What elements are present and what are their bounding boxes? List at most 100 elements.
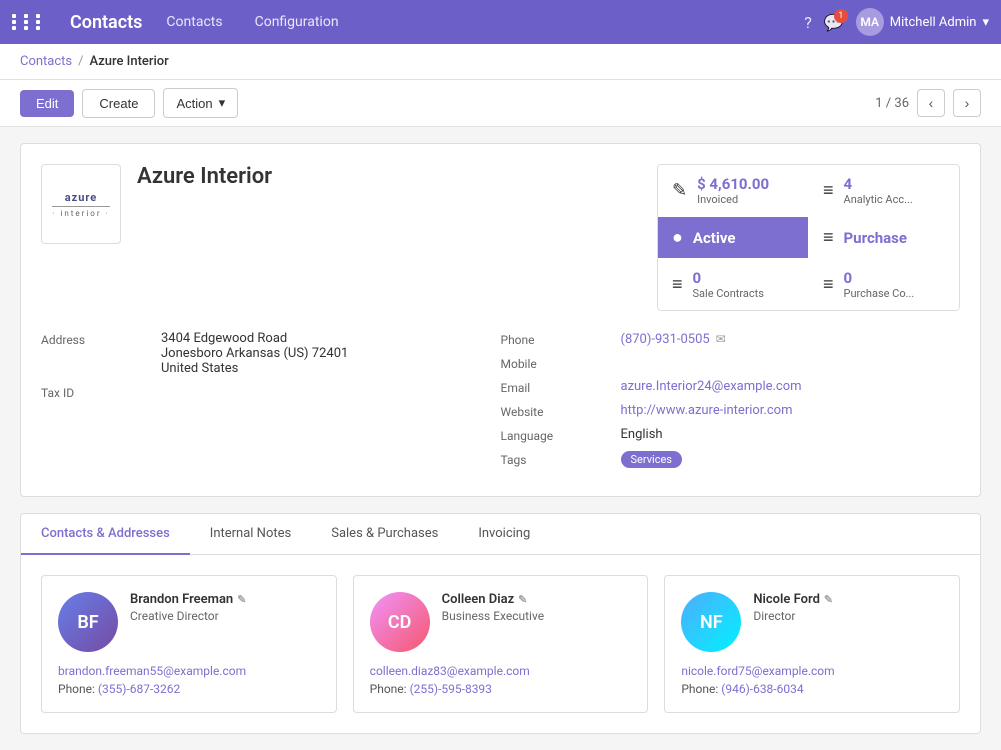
logo-text-azure: azure <box>65 191 98 204</box>
app-grid-icon[interactable] <box>12 14 46 30</box>
tab-contacts-addresses[interactable]: Contacts & Addresses <box>21 514 190 555</box>
record-count: 1 / 36 <box>875 96 909 111</box>
field-tags: Tags Services <box>501 451 941 468</box>
contact-phone-colleen: Phone: (255)-595-8393 <box>370 682 632 696</box>
topnav: Contacts Contacts Configuration ? 💬 1 MA… <box>0 0 1001 44</box>
contact-title-brandon: Creative Director <box>130 609 320 623</box>
mobile-label: Mobile <box>501 355 621 371</box>
chat-icon[interactable]: 💬 1 <box>824 13 844 32</box>
record-card: azure · interior · Azure Interior ✎ $ 4,… <box>20 143 981 497</box>
stat-sale-contracts[interactable]: ≡ 0 Sale Contracts <box>658 259 808 310</box>
company-logo: azure · interior · <box>41 164 121 244</box>
contact-phone-link-brandon[interactable]: (355)-687-3262 <box>98 682 180 696</box>
purchase-icon: ≡ <box>823 227 834 248</box>
tabs-header: Contacts & Addresses Internal Notes Sale… <box>21 514 980 555</box>
contact-name-colleen: Colleen Diaz ✎ <box>442 592 632 607</box>
create-button[interactable]: Create <box>82 89 155 118</box>
stat-analytic[interactable]: ≡ 4 Analytic Acc... <box>809 165 959 216</box>
nav-configuration[interactable]: Configuration <box>247 10 347 34</box>
contact-phone-link-nicole[interactable]: (946)-638-6034 <box>721 682 803 696</box>
sale-contracts-value: 0 <box>693 269 764 287</box>
stat-purchase[interactable]: ≡ Purchase <box>809 217 959 258</box>
email-label: Email <box>501 379 621 395</box>
action-button[interactable]: Action ▾ <box>163 88 238 118</box>
tags-label: Tags <box>501 451 621 468</box>
breadcrumb-current: Azure Interior <box>90 54 169 69</box>
topnav-links: Contacts Configuration <box>158 10 346 34</box>
contact-info-nicole: Nicole Ford ✎ Director <box>753 592 943 623</box>
next-record-button[interactable]: › <box>953 89 981 117</box>
stat-cards: ✎ $ 4,610.00 Invoiced ≡ 4 Analytic Acc..… <box>657 164 960 311</box>
record-header: azure · interior · Azure Interior ✎ $ 4,… <box>41 164 960 311</box>
phone-link[interactable]: (870)-931-0505 <box>621 332 710 347</box>
prev-record-button[interactable]: ‹ <box>917 89 945 117</box>
field-section-right: Phone (870)-931-0505 ✉ Mobile Email azur… <box>501 331 961 476</box>
avatar-nicole: NF <box>681 592 741 652</box>
contact-info-brandon: Brandon Freeman ✎ Creative Director <box>130 592 320 623</box>
contact-title-colleen: Business Executive <box>442 609 632 623</box>
contact-email-nicole[interactable]: nicole.ford75@example.com <box>681 664 943 678</box>
contact-name-nicole: Nicole Ford ✎ <box>753 592 943 607</box>
tag-services[interactable]: Services <box>621 451 682 468</box>
logo-text-interior: · interior · <box>52 206 109 218</box>
user-avatar: MA <box>856 8 884 36</box>
purchase-value: Purchase <box>844 229 907 247</box>
field-section-left: Address 3404 Edgewood Road Jonesboro Ark… <box>41 331 501 476</box>
nav-contacts[interactable]: Contacts <box>158 10 230 34</box>
action-label: Action <box>176 96 212 111</box>
analytic-icon: ≡ <box>823 180 834 201</box>
email-value[interactable]: azure.Interior24@example.com <box>621 379 941 395</box>
app-name: Contacts <box>70 12 142 33</box>
contact-edit-icon-brandon[interactable]: ✎ <box>237 593 246 606</box>
avatar-brandon: BF <box>58 592 118 652</box>
purchase-contracts-icon: ≡ <box>823 274 834 295</box>
contact-header-nicole: NF Nicole Ford ✎ Director <box>681 592 943 652</box>
help-icon[interactable]: ? <box>804 13 812 32</box>
edit-button[interactable]: Edit <box>20 90 74 117</box>
breadcrumb: Contacts / Azure Interior <box>0 44 1001 80</box>
stat-purchase-contracts[interactable]: ≡ 0 Purchase Co... <box>809 259 959 310</box>
tab-sales-purchases[interactable]: Sales & Purchases <box>311 514 458 555</box>
toolbar: Edit Create Action ▾ 1 / 36 ‹ › <box>0 80 1001 127</box>
contact-phone-nicole: Phone: (946)-638-6034 <box>681 682 943 696</box>
contact-phone-link-colleen[interactable]: (255)-595-8393 <box>410 682 492 696</box>
field-mobile: Mobile <box>501 355 941 371</box>
user-name: Mitchell Admin <box>890 15 977 30</box>
field-email: Email azure.Interior24@example.com <box>501 379 941 395</box>
contact-edit-icon-nicole[interactable]: ✎ <box>824 593 833 606</box>
contacts-grid: BF Brandon Freeman ✎ Creative Director b… <box>41 575 960 713</box>
contact-title-nicole: Director <box>753 609 943 623</box>
stat-active[interactable]: ● Active <box>658 217 808 258</box>
analytic-label: Analytic Acc... <box>844 193 913 206</box>
website-value[interactable]: http://www.azure-interior.com <box>621 403 941 419</box>
contact-name-brandon: Brandon Freeman ✎ <box>130 592 320 607</box>
address-label: Address <box>41 331 161 376</box>
phone-value: (870)-931-0505 ✉ <box>621 331 941 347</box>
contact-email-colleen[interactable]: colleen.diaz83@example.com <box>370 664 632 678</box>
tab-invoicing[interactable]: Invoicing <box>458 514 550 555</box>
contact-card-nicole: NF Nicole Ford ✎ Director nicole.ford75@… <box>664 575 960 713</box>
contact-header-colleen: CD Colleen Diaz ✎ Business Executive <box>370 592 632 652</box>
topnav-right: ? 💬 1 MA Mitchell Admin ▾ <box>804 8 989 36</box>
website-label: Website <box>501 403 621 419</box>
record-nav: 1 / 36 ‹ › <box>875 89 981 117</box>
stat-invoiced[interactable]: ✎ $ 4,610.00 Invoiced <box>658 165 808 216</box>
invoiced-value: $ 4,610.00 <box>697 175 769 193</box>
breadcrumb-parent[interactable]: Contacts <box>20 54 72 69</box>
purchase-contracts-label: Purchase Co... <box>844 287 915 300</box>
user-menu[interactable]: MA Mitchell Admin ▾ <box>856 8 989 36</box>
address-value: 3404 Edgewood Road Jonesboro Arkansas (U… <box>161 331 481 376</box>
avatar-colleen: CD <box>370 592 430 652</box>
language-value: English <box>621 427 941 443</box>
contact-edit-icon-colleen[interactable]: ✎ <box>518 593 527 606</box>
main-content: azure · interior · Azure Interior ✎ $ 4,… <box>0 127 1001 750</box>
contact-email-brandon[interactable]: brandon.freeman55@example.com <box>58 664 320 678</box>
field-taxid: Tax ID <box>41 384 481 400</box>
tab-internal-notes[interactable]: Internal Notes <box>190 514 311 555</box>
sale-contracts-label: Sale Contracts <box>693 287 764 300</box>
contact-info-colleen: Colleen Diaz ✎ Business Executive <box>442 592 632 623</box>
action-dropdown-icon: ▾ <box>219 95 226 111</box>
phone-email-icon[interactable]: ✉ <box>716 332 726 346</box>
phone-label: Phone <box>501 331 621 347</box>
tabs-content: BF Brandon Freeman ✎ Creative Director b… <box>21 555 980 733</box>
